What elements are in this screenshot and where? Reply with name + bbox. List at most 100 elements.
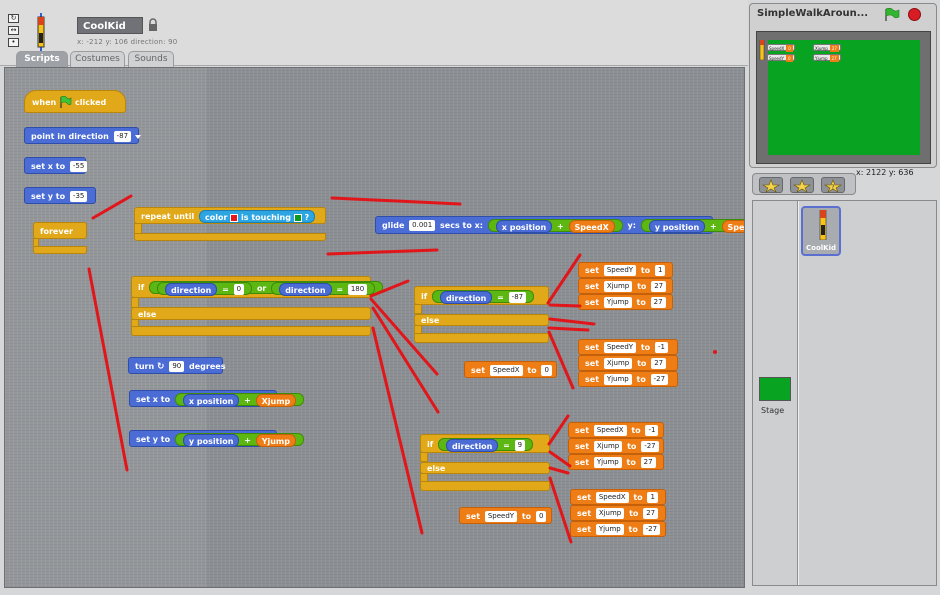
value-field-i3[interactable]: 27 <box>640 457 656 468</box>
chevron-down-icon[interactable] <box>135 134 142 139</box>
set-yjump-27-block[interactable]: set Yjump to 27 <box>578 294 673 310</box>
x-position-reporter-2[interactable]: x position <box>182 394 240 407</box>
stage-sprite[interactable] <box>759 40 765 60</box>
repeat-until-block[interactable]: repeat until color is touching ? <box>134 207 326 224</box>
eq-value-9[interactable]: 9 <box>514 440 526 451</box>
value-field-i2[interactable]: -27 <box>641 441 659 452</box>
rotate-flip-button[interactable]: ↔ <box>8 26 19 35</box>
green-flag-button[interactable] <box>884 8 900 22</box>
random-sprite-button[interactable]: ? <box>821 177 845 193</box>
monitor-xjump[interactable]: Xjump 27 <box>813 44 841 52</box>
set-speedx-1-block[interactable]: set SpeedX to 1 <box>570 489 666 505</box>
direction-eq-0-operator[interactable]: direction = 0 <box>157 282 253 296</box>
value-field-g3[interactable]: 27 <box>650 297 666 308</box>
var-dropdown-speedy[interactable]: SpeedY <box>484 511 518 522</box>
glide-secs-field[interactable]: 0.001 <box>409 220 436 231</box>
speedy-reporter[interactable]: SpeedY <box>721 220 744 233</box>
value-field-g2[interactable]: 27 <box>651 281 667 292</box>
set-y-block[interactable]: set y to -35 <box>24 187 96 204</box>
set-xjump-27-block-d[interactable]: set Xjump to 27 <box>570 505 666 521</box>
var-field-g2[interactable]: Xjump <box>603 281 633 292</box>
paint-new-sprite-button[interactable] <box>759 177 783 193</box>
turn-value-field[interactable]: 90 <box>169 361 185 372</box>
value-field-g1[interactable]: 1 <box>654 265 666 276</box>
if-else-block-3[interactable]: if direction = 9 <box>420 434 550 453</box>
rotate-none-button[interactable]: • <box>8 38 19 47</box>
sprite-name-field[interactable]: CoolKid <box>77 17 143 34</box>
stage-thumbnail[interactable] <box>759 377 791 401</box>
forever-block[interactable]: forever <box>33 222 87 239</box>
set-yjump-27-block-c[interactable]: set Yjump to 27 <box>568 454 664 470</box>
color-swatch-red[interactable] <box>230 213 239 222</box>
tab-sounds[interactable]: Sounds <box>128 51 174 67</box>
y-plus-speedy-operator[interactable]: y position + SpeedY <box>640 219 744 233</box>
sprite-tile-coolkid[interactable]: CoolKid <box>801 206 841 256</box>
direction-eq-operator-3[interactable]: direction = 9 <box>438 438 534 452</box>
set-x-block[interactable]: set x to -55 <box>24 157 88 174</box>
color-touching-sensor[interactable]: color is touching ? <box>199 210 316 223</box>
direction-reporter-1[interactable]: direction <box>165 283 218 296</box>
tab-scripts[interactable]: Scripts <box>16 51 68 67</box>
set-xjump-27-block[interactable]: set Xjump to 27 <box>578 278 673 294</box>
value-field-h1[interactable]: -1 <box>654 342 668 353</box>
stage-canvas[interactable]: SpeedX 0 SpeedY 0 Xjump 27 Yjump 27 <box>756 31 931 164</box>
var-field-g3[interactable]: Yjump <box>603 297 632 308</box>
set-y-value-field[interactable]: -35 <box>69 191 88 202</box>
point-in-direction-block[interactable]: point in direction -87 <box>24 127 142 144</box>
var-field-j1[interactable]: SpeedX <box>595 492 629 503</box>
when-flag-clicked-block[interactable]: when clicked <box>24 90 126 113</box>
var-field-i3[interactable]: Yjump <box>593 457 622 468</box>
eq-value-neg87[interactable]: -87 <box>508 292 527 303</box>
if-else-block-2[interactable]: if direction = -87 <box>414 286 549 305</box>
value-field-h3[interactable]: -27 <box>650 374 669 385</box>
value-field-i1[interactable]: -1 <box>645 425 659 436</box>
var-field-h2[interactable]: Xjump <box>603 358 633 369</box>
var-field-g1[interactable]: SpeedY <box>603 265 637 276</box>
var-field-i1[interactable]: SpeedX <box>593 425 627 436</box>
set-speedx-0-block[interactable]: set SpeedX to 0 <box>464 361 557 378</box>
tab-costumes[interactable]: Costumes <box>70 51 125 67</box>
monitor-yjump[interactable]: Yjump 27 <box>813 54 841 62</box>
or-operator[interactable]: direction = 0 or direction = 180 <box>149 281 384 296</box>
value-field-h2[interactable]: 27 <box>651 358 667 369</box>
turn-block[interactable]: turn ↻ 90 degrees <box>128 357 225 374</box>
rotate-full-button[interactable]: ↻ <box>8 14 19 23</box>
eq-value-0[interactable]: 0 <box>233 284 245 295</box>
eq-value-180[interactable]: 180 <box>347 284 368 295</box>
y-position-reporter[interactable]: y position <box>648 220 706 233</box>
direction-reporter-2[interactable]: direction <box>279 283 332 296</box>
direction-eq-operator-2[interactable]: direction = -87 <box>432 290 535 304</box>
value-field-j2[interactable]: 27 <box>643 508 659 519</box>
value-field-a[interactable]: 0 <box>541 365 552 376</box>
set-y-jump-block[interactable]: set y to y position + Yjump <box>129 430 304 447</box>
set-speedy-0-block[interactable]: set SpeedY to 0 <box>459 507 552 524</box>
glide-block[interactable]: glide 0.001 secs to x: x position + Spee… <box>375 216 744 234</box>
var-field-h3[interactable]: Yjump <box>603 374 632 385</box>
var-field-j2[interactable]: Xjump <box>595 508 625 519</box>
var-dropdown-speedx[interactable]: SpeedX <box>489 365 523 376</box>
set-yjump-neg27-block-d[interactable]: set Yjump to -27 <box>570 521 666 537</box>
var-field-h1[interactable]: SpeedY <box>603 342 637 353</box>
monitor-speedy[interactable]: SpeedY 0 <box>767 54 795 62</box>
yjump-reporter[interactable]: Yjump <box>255 434 296 447</box>
stop-button[interactable] <box>908 8 921 21</box>
direction-eq-180-operator[interactable]: direction = 180 <box>271 282 376 296</box>
value-field-j3[interactable]: -27 <box>642 524 661 535</box>
set-speedy-neg1-block[interactable]: set SpeedY to -1 <box>578 339 678 355</box>
set-x-value-field[interactable]: -55 <box>69 161 88 172</box>
y-plus-yjump-operator[interactable]: y position + Yjump <box>174 433 304 447</box>
direction-value-field[interactable]: -87 <box>113 131 132 142</box>
set-xjump-neg27-block[interactable]: set Xjump to -27 <box>568 438 664 454</box>
choose-sprite-file-button[interactable] <box>790 177 814 193</box>
color-swatch-green[interactable] <box>293 213 302 222</box>
var-field-j3[interactable]: Yjump <box>595 524 624 535</box>
x-plus-xjump-operator[interactable]: x position + Xjump <box>174 393 305 407</box>
x-position-reporter[interactable]: x position <box>495 220 553 233</box>
set-speedy-1-block[interactable]: set SpeedY to 1 <box>578 262 673 278</box>
set-speedx-neg1-block[interactable]: set SpeedX to -1 <box>568 422 664 438</box>
xjump-reporter[interactable]: Xjump <box>255 394 297 407</box>
value-field-j1[interactable]: 1 <box>647 492 658 503</box>
direction-reporter-3[interactable]: direction <box>440 291 493 304</box>
lock-icon[interactable] <box>148 18 158 32</box>
set-xjump-27-block-b[interactable]: set Xjump to 27 <box>578 355 678 371</box>
